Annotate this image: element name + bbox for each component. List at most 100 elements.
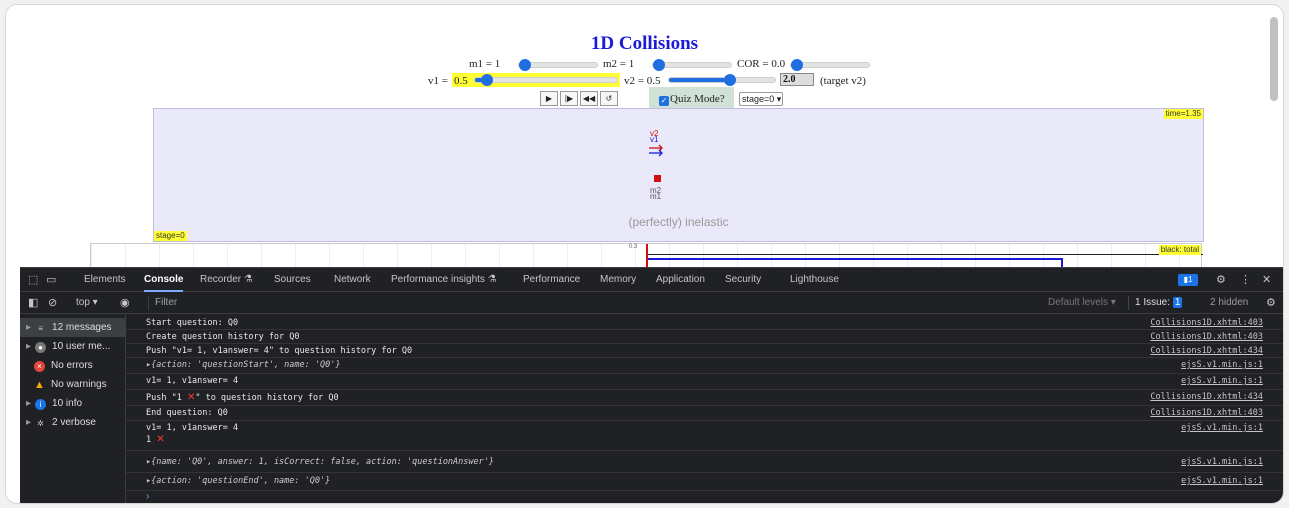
log-source-link[interactable]: Collisions1D.xhtml:434 (1150, 392, 1263, 402)
log-line: Start question: Q0 Collisions1D.xhtml:403 (126, 316, 1283, 330)
eye-icon[interactable]: ◉ (120, 292, 130, 314)
log-line[interactable]: ▸{name: 'Q0', answer: 1, isCorrect: fals… (126, 451, 1283, 473)
log-message: {name: 'Q0', answer: 1, isCorrect: false… (151, 457, 494, 467)
context-select[interactable]: top ▾ (76, 292, 98, 314)
clear-console-icon[interactable]: ⊘ (48, 292, 57, 314)
log-source-link[interactable]: ejsS.v1.min.js:1 (1181, 476, 1263, 486)
sidebar-item-label: No errors (51, 360, 93, 371)
log-line[interactable]: ▸{action: 'questionEnd', name: 'Q0'} ejsS… (126, 473, 1283, 491)
v2-label: v2 = 0.5 (624, 75, 661, 87)
browser-frame: 1D Collisions m1 = 1 m2 = 1 COR = 0.0 v1… (5, 4, 1284, 504)
graph-tick: 0.3 (629, 244, 638, 250)
log-source-link[interactable]: Collisions1D.xhtml:434 (1150, 346, 1263, 356)
rewind-button[interactable]: ◀◀ (580, 91, 598, 106)
time-label: time=1.35 (1163, 109, 1203, 119)
target-v2-input[interactable]: 2.0 (780, 73, 814, 86)
log-object[interactable]: ▸{action: 'questionEnd', name: 'Q0'} (146, 476, 330, 486)
list-icon: ≡ (38, 324, 43, 333)
tab-memory[interactable]: Memory (600, 268, 636, 292)
sidebar-item-warnings[interactable]: ▲ No warnings (20, 375, 126, 394)
log-line: v1= 1, v1answer= 41 ✕ ejsS.v1.min.js:1 (126, 421, 1283, 451)
page-scrollbar[interactable] (1270, 17, 1278, 101)
log-message: Start question: Q0 (146, 318, 239, 328)
m1-slider[interactable] (518, 59, 598, 71)
log-source-link[interactable]: ejsS.v1.min.js:1 (1181, 457, 1263, 467)
m1-label: m1 = 1 (469, 58, 501, 70)
default-levels-select[interactable]: Default levels ▾ (1048, 292, 1116, 314)
tab-security[interactable]: Security (725, 268, 761, 292)
v1-slider[interactable] (474, 74, 618, 86)
step-button[interactable]: |▶ (560, 91, 578, 106)
play-button[interactable]: ▶ (540, 91, 558, 106)
m2-slider[interactable] (652, 59, 732, 71)
issues-button[interactable]: 1 Issue: 1 (1128, 296, 1183, 310)
sidebar-item-label: No warnings (51, 379, 107, 390)
log-message: Create question history for Q0 (146, 332, 300, 342)
error-icon: × (34, 361, 45, 372)
log-message: {action: 'questionEnd', name: 'Q0'} (151, 476, 331, 486)
collision-type-label: (perfectly) inelastic (628, 215, 729, 229)
log-message-end: " to question history for Q0 (195, 393, 339, 403)
log-line[interactable]: ▸{action: 'questionStart', name: 'Q0'} ej… (126, 358, 1283, 374)
log-message: v1= 1, v1answer= 4 (146, 376, 239, 386)
tab-application[interactable]: Application (656, 268, 705, 292)
console-prompt[interactable]: › (146, 491, 149, 502)
devtools-tab-bar: ⬚ ▭ Elements Console Recorder ⚗ Sources … (20, 268, 1283, 292)
stage-select[interactable]: stage=0 ▾ (739, 92, 783, 106)
issues-label: 1 Issue: (1135, 297, 1171, 308)
cor-label: COR = 0.0 (737, 58, 786, 70)
log-source-link[interactable]: Collisions1D.xhtml:403 (1150, 332, 1263, 342)
close-icon[interactable]: ✕ (1262, 268, 1271, 292)
cor-slider[interactable] (790, 59, 870, 71)
reset-button[interactable]: ↺ (600, 91, 618, 106)
stage-label: stage=0 (154, 231, 187, 241)
v2-slider[interactable] (668, 74, 776, 86)
log-message: {action: 'questionStart', name: 'Q0'} (151, 360, 341, 370)
info-icon: i (35, 399, 47, 410)
log-object[interactable]: ▸{name: 'Q0', answer: 1, isCorrect: fals… (146, 457, 494, 467)
tab-network[interactable]: Network (334, 268, 371, 292)
m2-label: m2 = 1 (603, 58, 635, 70)
issues-count: 1 (1172, 297, 1183, 308)
target-v2-label: (target v2) (820, 75, 866, 87)
checkbox-checked-icon[interactable]: ✓ (659, 96, 669, 106)
inspect-icon[interactable]: ⬚ (28, 268, 38, 292)
tab-performance[interactable]: Performance (523, 268, 580, 292)
tab-sources[interactable]: Sources (274, 268, 311, 292)
settings-gear-icon[interactable]: ⚙ (1216, 268, 1226, 292)
sidebar-item-info[interactable]: ▸ i 10 info (20, 394, 126, 413)
more-menu-icon[interactable]: ⋮ (1240, 268, 1251, 292)
tab-recorder[interactable]: Recorder ⚗ (200, 268, 253, 292)
log-source-link[interactable]: ejsS.v1.min.js:1 (1181, 376, 1263, 386)
v1-value: 0.5 (454, 75, 468, 87)
sidebar-toggle-icon[interactable]: ◧ (28, 292, 38, 314)
log-source-link[interactable]: ejsS.v1.min.js:1 (1181, 423, 1263, 433)
graph-legend-label: black: total (1158, 245, 1201, 255)
message-badge[interactable]: ▮1 (1178, 274, 1198, 286)
filter-input[interactable]: Filter (148, 296, 1038, 310)
tab-elements[interactable]: Elements (84, 268, 126, 292)
graph-marker (646, 244, 648, 268)
console-settings-icon[interactable]: ⚙ (1266, 292, 1276, 314)
sidebar-item-verbose[interactable]: ▸ ✲ 2 verbose (20, 413, 126, 432)
log-object[interactable]: ▸{action: 'questionStart', name: 'Q0'} (146, 360, 340, 370)
tab-performance-insights[interactable]: Performance insights ⚗ (391, 268, 497, 292)
m1-tag: m1 (650, 192, 662, 201)
log-source-link[interactable]: Collisions1D.xhtml:403 (1150, 408, 1263, 418)
device-toolbar-icon[interactable]: ▭ (46, 268, 56, 292)
log-source-link[interactable]: Collisions1D.xhtml:403 (1150, 318, 1263, 328)
sidebar-item-label: 12 messages (52, 322, 112, 333)
log-line: Push "v1= 1, v1answer= 4" to question hi… (126, 344, 1283, 358)
sidebar-item-user-messages[interactable]: ▸ ● 10 user me... (20, 337, 126, 356)
log-source-link[interactable]: ejsS.v1.min.js:1 (1181, 360, 1263, 370)
tab-lighthouse[interactable]: Lighthouse (790, 268, 839, 292)
quiz-mode-label: Quiz Mode? (670, 93, 725, 105)
devtools-panel: ⬚ ▭ Elements Console Recorder ⚗ Sources … (20, 267, 1283, 503)
mass-block (654, 175, 661, 182)
sidebar-item-errors[interactable]: × No errors (20, 356, 126, 375)
sidebar-item-messages[interactable]: ▸ ≡ 12 messages (20, 318, 126, 337)
log-message: End question: Q0 (146, 408, 228, 418)
console-toolbar: ◧ ⊘ top ▾ ◉ Filter Default levels ▾ 1 Is… (20, 292, 1283, 314)
log-line: Push "1 ✕" to question history for Q0 Col… (126, 390, 1283, 406)
tab-console[interactable]: Console (144, 268, 184, 292)
